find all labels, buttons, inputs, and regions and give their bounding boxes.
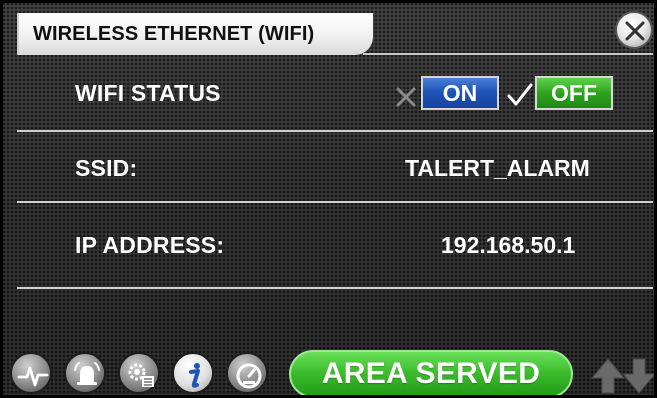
ssid-label: SSID: bbox=[75, 155, 138, 181]
wifi-off-button[interactable]: OFF bbox=[535, 76, 613, 110]
down-arrow-icon[interactable] bbox=[619, 356, 657, 396]
pulse-icon bbox=[17, 366, 49, 387]
ssid-value: TALERT_ALARM bbox=[405, 155, 590, 181]
header-divider bbox=[363, 53, 653, 55]
ip-address-label: IP ADDRESS: bbox=[75, 232, 225, 258]
nav-pulse-button[interactable] bbox=[10, 352, 52, 394]
area-served-button[interactable]: AREA SERVED bbox=[289, 350, 573, 395]
gauge-icon bbox=[236, 363, 262, 389]
settings-list-icon bbox=[128, 363, 154, 387]
nav-alarm-button[interactable] bbox=[64, 352, 106, 394]
close-button[interactable] bbox=[615, 11, 653, 49]
row-divider bbox=[17, 201, 653, 203]
nav-gauge-button[interactable] bbox=[226, 352, 268, 394]
wifi-settings-screen: WIRELESS ETHERNET (WIFI) WIFI STATUS ON … bbox=[0, 0, 657, 398]
close-icon bbox=[625, 21, 645, 41]
ip-address-value: 192.168.50.1 bbox=[441, 232, 576, 258]
row-divider bbox=[17, 287, 653, 289]
alarm-bell-icon bbox=[74, 362, 100, 385]
selected-check-icon bbox=[507, 83, 533, 106]
unselected-x-icon bbox=[396, 87, 416, 107]
info-icon bbox=[189, 363, 200, 388]
wifi-on-button[interactable]: ON bbox=[421, 76, 499, 110]
page-title: WIRELESS ETHERNET (WIFI) bbox=[33, 22, 315, 45]
nav-info-button[interactable] bbox=[172, 352, 214, 394]
row-divider bbox=[17, 130, 653, 132]
wifi-status-label: WIFI STATUS bbox=[75, 80, 221, 106]
nav-settings-button[interactable] bbox=[118, 352, 160, 394]
title-tab: WIRELESS ETHERNET (WIFI) bbox=[17, 13, 373, 55]
